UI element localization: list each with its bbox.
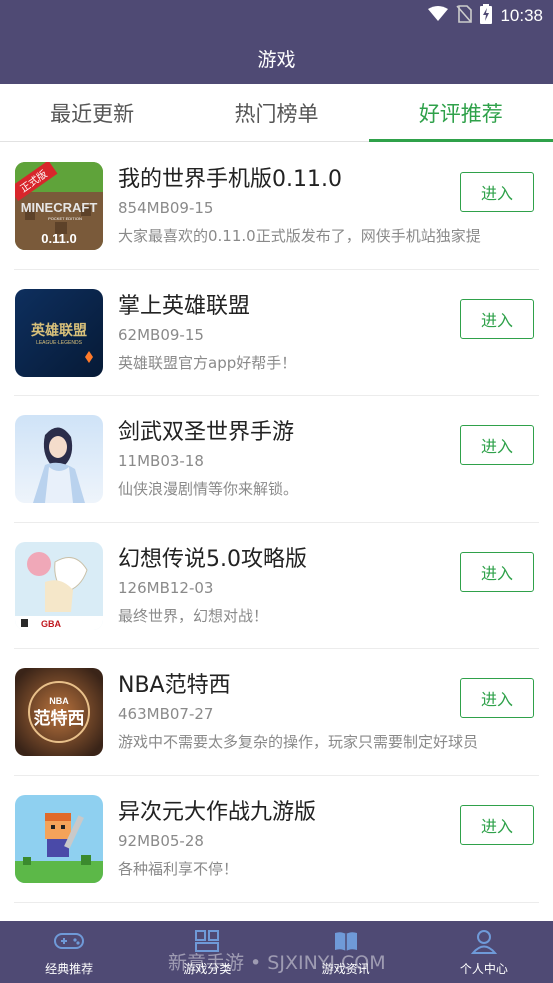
nav-personal-center[interactable]: 个人中心 [415,921,553,983]
book-icon [331,926,361,956]
thumb-title: MINECRAFT [21,200,98,215]
thumb-title: 英雄联盟 [30,322,87,339]
nav-label: 游戏资讯 [321,962,370,976]
page-title: 游戏 [257,48,296,71]
game-size-date: 11MB03-18 [118,452,204,471]
game-item[interactable]: 剑武双圣世界手游 11MB03-18 仙侠浪漫剧情等你来解锁。 进入 [14,396,539,523]
status-icons: 10:38 [428,4,543,28]
nav-game-news[interactable]: 游戏资讯 [277,921,415,983]
game-description: 英雄联盟官方app好帮手！ [118,353,297,372]
thumb-title: GBA [41,619,62,629]
nav-classic-recommend[interactable]: 经典推荐 [0,921,138,983]
controller-icon [54,926,85,956]
thumb-version: 0.11.0 [41,231,76,246]
game-description: 仙侠浪漫剧情等你来解锁。 [118,480,299,499]
status-bar: 10:38 [0,0,553,32]
game-item[interactable]: 英雄联盟 LEAGUE·LEGENDS 掌上英雄联盟 62MB09-15 英雄联… [14,270,539,397]
nav-game-categories[interactable]: 游戏分类 [138,921,276,983]
game-name: NBA范特西 [118,673,231,699]
enter-button[interactable]: 进入 [460,172,534,212]
title-bar: 游戏 [0,32,553,84]
game-item[interactable]: GBA 幻想传说5.0攻略版 126MB12-03 最终世界，幻想对战！ 进入 [14,523,539,650]
game-thumbnail[interactable] [15,794,103,883]
enter-button[interactable]: 进入 [460,804,534,845]
tab-hot-ranking[interactable]: 热门榜单 [184,84,368,141]
nav-label: 个人中心 [459,962,508,976]
thumb-subtitle: LEAGUE·LEGENDS [36,340,83,346]
enter-button[interactable]: 进入 [460,298,534,339]
game-size-date: 854MB09-15 [118,199,214,217]
game-description: 游戏中不需要太多复杂的操作，玩家只需要制定好球员 [118,733,479,752]
battery-charging-icon [480,4,493,28]
tab-bar: 最近更新 热门榜单 好评推荐 [0,84,553,142]
nav-label: 经典推荐 [45,962,94,976]
game-name: 掌上英雄联盟 [118,293,251,319]
nav-label: 游戏分类 [183,962,232,976]
thumb-title: NBA [49,696,69,706]
clock: 10:38 [500,6,543,25]
tab-recent-updates[interactable]: 最近更新 [0,84,184,141]
game-size-date: 62MB09-15 [118,325,204,344]
game-description: 大家最喜欢的0.11.0正式版发布了，网侠手机站独家提 [118,227,481,245]
enter-button[interactable]: 进入 [460,678,534,719]
game-description: 各种福利享不停！ [118,859,239,878]
tab-recommended[interactable]: 好评推荐 [368,84,553,142]
wifi-icon [428,6,449,26]
game-name: 幻想传说5.0攻略版 [118,546,307,572]
game-size-date: 463MB07-27 [118,705,214,724]
enter-button[interactable]: 进入 [460,551,534,592]
thumb-subtitle: POCKET EDITION [48,216,82,221]
game-thumbnail[interactable] [15,415,103,504]
user-icon [469,926,499,956]
game-list: MINECRAFT POCKET EDITION 0.11.0 正式版 我的世界… [0,143,553,903]
game-item[interactable]: MINECRAFT POCKET EDITION 0.11.0 正式版 我的世界… [14,143,539,270]
grid-icon [192,926,222,956]
game-size-date: 92MB05-28 [118,831,204,850]
no-sim-icon [456,5,473,27]
game-item[interactable]: NBA 范特西 NBA范特西 463MB07-27 游戏中不需要太多复杂的操作，… [14,649,539,776]
game-name: 异次元大作战九游版 [118,799,317,825]
game-description: 最终世界，幻想对战！ [118,606,269,625]
game-thumbnail[interactable]: NBA 范特西 [15,668,103,757]
game-item[interactable]: 异次元大作战九游版 92MB05-28 各种福利享不停！ 进入 [14,776,539,903]
game-thumbnail[interactable]: 英雄联盟 LEAGUE·LEGENDS [15,288,103,377]
game-size-date: 126MB12-03 [118,578,214,597]
game-name: 剑武双圣世界手游 [118,420,295,446]
bottom-nav: 经典推荐 游戏分类 游戏资讯 个人中心 [0,921,553,983]
game-thumbnail[interactable]: MINECRAFT POCKET EDITION 0.11.0 正式版 [15,162,103,250]
enter-button[interactable]: 进入 [460,425,534,466]
game-name: 我的世界手机版0.11.0 [118,167,342,192]
game-thumbnail[interactable]: GBA [15,541,103,630]
thumb-subtitle: 范特西 [34,708,85,729]
